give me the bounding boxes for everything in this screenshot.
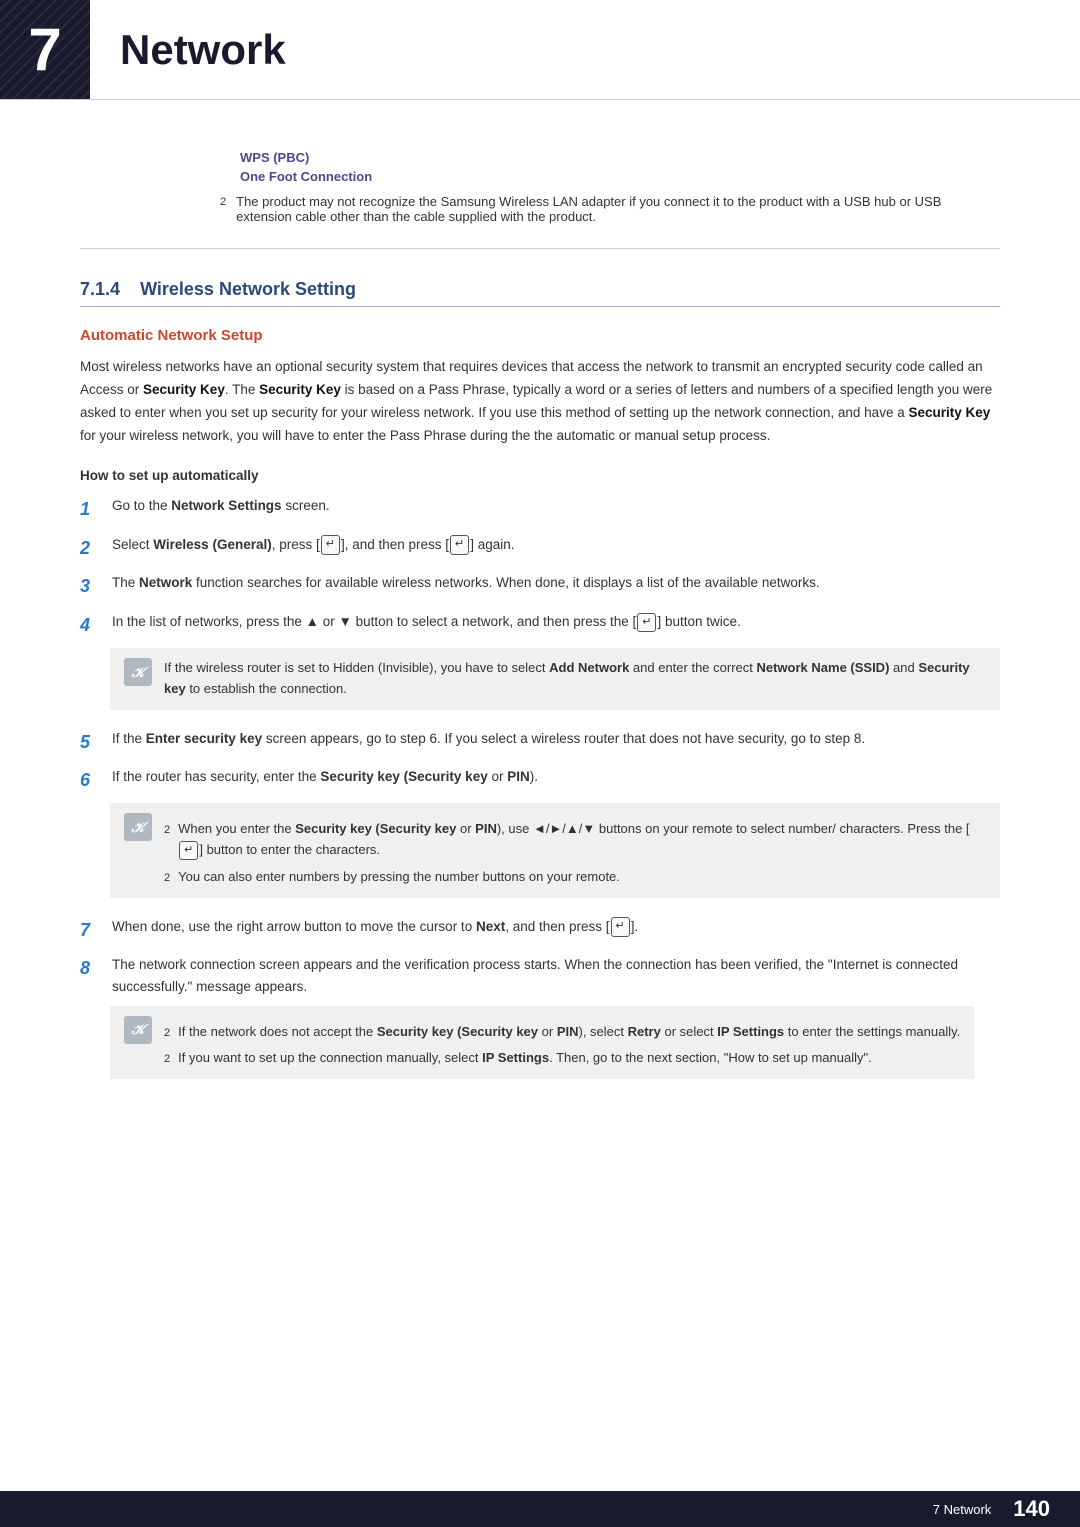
step-2: 2 Select Wireless (General), press [↵], … [80,534,1000,563]
page-header: 7 Network [0,0,1080,100]
step-7: 7 When done, use the right arrow button … [80,916,1000,945]
divider [80,248,1000,249]
chapter-number: 7 [28,15,61,84]
step-5-text: If the Enter security key screen appears… [112,728,1000,750]
sub-text-3: If the network does not accept the Secur… [178,1022,960,1043]
page-footer: 7 Network 140 [0,1491,1080,1527]
chapter-number-block: 7 [0,0,90,100]
step-7-num: 7 [80,916,112,945]
sub-text-1: When you enter the Security key (Securit… [178,819,986,861]
note-icon-6: 𝒦 [124,813,152,841]
note-icon-4: 𝒦 [124,658,152,686]
step-2-text: Select Wireless (General), press [↵], an… [112,534,1000,556]
footer-page-number: 140 [1013,1496,1050,1522]
notice-bullet: 2 [220,196,226,208]
step-1: 1 Go to the Network Settings screen. [80,495,1000,524]
step-4: 4 In the list of networks, press the ▲ o… [80,611,1000,717]
section-title: Wireless Network Setting [140,279,356,299]
enter-key-icon-5: ↵ [611,917,630,937]
step-8-note-content: 2 If the network does not accept the Sec… [164,1016,960,1070]
step-4-note: 𝒦 If the wireless router is set to Hidde… [110,648,1000,710]
step-5: 5 If the Enter security key screen appea… [80,728,1000,757]
sub-bullet-2: 2 [164,870,170,888]
step-8: 8 The network connection screen appears … [80,954,1000,1087]
step-6-text: If the router has security, enter the Se… [112,766,538,788]
step-8-num: 8 [80,954,112,983]
sub-text-2: You can also enter numbers by pressing t… [178,867,620,888]
steps-list: 1 Go to the Network Settings screen. 2 S… [80,495,1000,1087]
step-section-heading: How to set up automatically [80,468,1000,483]
link-wps[interactable]: WPS (PBC) [240,150,1000,165]
step-8-note-sub-2: 2 If you want to set up the connection m… [164,1048,960,1069]
chapter-title: Network [120,26,286,74]
step-6-note: 𝒦 2 When you enter the Security key (Sec… [110,803,1000,897]
step-1-num: 1 [80,495,112,524]
section-heading: 7.1.4 Wireless Network Setting [80,279,1000,307]
step-2-num: 2 [80,534,112,563]
step-4-num: 4 [80,611,112,640]
step-3-num: 3 [80,572,112,601]
enter-key-icon: ↵ [321,535,340,555]
step-3-text: The Network function searches for availa… [112,572,1000,594]
sub-bullet-3: 2 [164,1025,170,1043]
notice-text: The product may not recognize the Samsun… [236,194,1000,224]
step-1-text: Go to the Network Settings screen. [112,495,1000,517]
step-8-text: The network connection screen appears an… [112,954,1000,997]
link-one-foot[interactable]: One Foot Connection [240,169,1000,184]
subsection-heading: Automatic Network Setup [80,327,1000,344]
top-links: WPS (PBC) One Foot Connection [80,130,1000,184]
sub-text-4: If you want to set up the connection man… [178,1048,872,1069]
step-5-num: 5 [80,728,112,757]
step-4-note-content: If the wireless router is set to Hidden … [164,658,986,700]
step-8-note: 𝒦 2 If the network does not accept the S… [110,1006,974,1080]
step-3: 3 The Network function searches for avai… [80,572,1000,601]
sub-bullet-1: 2 [164,822,170,840]
enter-key-icon-2: ↵ [450,535,469,555]
step-6-note-content: 2 When you enter the Security key (Secur… [164,813,986,887]
step-6-note-sub-2: 2 You can also enter numbers by pressing… [164,867,986,888]
step-7-text: When done, use the right arrow button to… [112,916,1000,938]
step-6-num: 6 [80,766,112,795]
notice-item: 2 The product may not recognize the Sams… [80,194,1000,224]
step-4-text: In the list of networks, press the ▲ or … [112,611,741,633]
sub-bullet-4: 2 [164,1051,170,1069]
footer-chapter-label: 7 Network [933,1502,992,1517]
step-6-note-sub-1: 2 When you enter the Security key (Secur… [164,819,986,861]
enter-key-icon-3: ↵ [637,613,656,633]
step-8-note-sub-1: 2 If the network does not accept the Sec… [164,1022,960,1043]
main-content: WPS (PBC) One Foot Connection 2 The prod… [0,100,1080,1500]
body-paragraph: Most wireless networks have an optional … [80,356,1000,448]
step-6: 6 If the router has security, enter the … [80,766,1000,905]
enter-key-icon-4: ↵ [179,841,198,861]
note-icon-8: 𝒦 [124,1016,152,1044]
section-number: 7.1.4 [80,279,120,299]
